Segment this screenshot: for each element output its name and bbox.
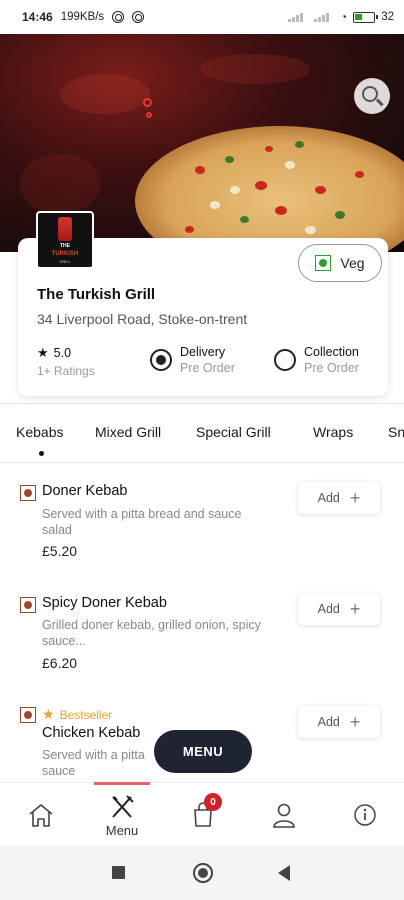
nav-cart[interactable]: 0 <box>188 783 222 847</box>
status-time: 14:46 <box>22 10 53 24</box>
home-icon <box>29 804 53 827</box>
ember-icon <box>143 98 152 107</box>
pizza-image <box>135 126 404 252</box>
battery-level: 32 <box>381 11 394 23</box>
add-button[interactable]: Add + <box>298 706 380 738</box>
category-tabs: Kebabs Mixed Grill Special Grill Wraps S… <box>0 404 404 462</box>
collection-radio[interactable] <box>274 349 296 371</box>
rating-block: ★ 5.0 1+ Ratings <box>37 345 95 378</box>
user-icon <box>273 803 295 828</box>
veg-icon <box>315 255 332 271</box>
star-icon: ★ <box>37 345 49 360</box>
collection-sub: Pre Order <box>304 361 359 375</box>
nav-menu-label: Menu <box>105 822 139 838</box>
delivery-option[interactable]: Delivery Pre Order <box>150 345 235 375</box>
search-icon <box>362 86 378 102</box>
kebab-logo-icon <box>58 216 72 241</box>
nonveg-icon <box>20 707 36 723</box>
nonveg-icon <box>20 485 36 501</box>
vpn-icon <box>132 11 145 23</box>
tab-snacks[interactable]: Sn <box>388 424 404 440</box>
item-name: Spicy Doner Kebab <box>42 595 167 611</box>
tab-mixed-grill[interactable]: Mixed Grill <box>95 424 161 440</box>
nav-active-indicator <box>94 782 150 785</box>
tab-wraps[interactable]: Wraps <box>313 424 353 440</box>
item-price: £6.20 <box>42 655 78 671</box>
home-button[interactable] <box>193 863 213 883</box>
item-description: Served with a pitta bread and sauce salad <box>42 507 242 537</box>
veg-filter-toggle[interactable]: Veg <box>298 244 382 282</box>
plus-icon: + <box>349 712 361 732</box>
collection-option[interactable]: Collection Pre Order <box>274 345 359 375</box>
bottom-navigation: Menu 0 <box>0 782 404 846</box>
wifi-icon: ◔ <box>339 10 348 24</box>
nav-info[interactable] <box>350 783 380 847</box>
info-icon <box>354 804 376 826</box>
item-name: Doner Kebab <box>42 483 128 499</box>
ember-icon <box>146 112 152 118</box>
bestseller-tag: ★ Bestseller <box>42 706 113 722</box>
nonveg-icon <box>20 597 36 613</box>
fork-knife-icon <box>112 794 134 818</box>
battery-icon <box>353 11 379 23</box>
system-navigation-bar <box>0 846 404 900</box>
nav-profile[interactable] <box>269 783 299 847</box>
delivery-sub: Pre Order <box>180 361 235 375</box>
divider <box>0 462 404 463</box>
plus-icon: + <box>349 488 361 508</box>
recents-button[interactable] <box>112 866 125 879</box>
item-description: Grilled doner kebab, grilled onion, spic… <box>42 618 261 648</box>
add-button[interactable]: Add + <box>298 482 380 514</box>
network-speed: 199KB/s <box>60 11 105 23</box>
plus-icon: + <box>349 599 361 619</box>
menu-item: Spicy Doner Kebab Grilled doner kebab, g… <box>20 593 384 674</box>
nav-home[interactable] <box>24 783 58 847</box>
veg-label: Veg <box>340 255 365 271</box>
rating-count: 1+ Ratings <box>37 364 95 378</box>
add-button[interactable]: Add + <box>298 593 380 625</box>
item-price: £5.20 <box>42 543 78 559</box>
nav-menu[interactable]: Menu <box>100 783 144 847</box>
sync-icon <box>112 11 125 23</box>
signal-icon <box>287 12 308 22</box>
tab-special-grill[interactable]: Special Grill <box>196 424 271 440</box>
restaurant-name: The Turkish Grill <box>37 286 156 303</box>
menu-item: Doner Kebab Served with a pitta bread an… <box>20 482 384 562</box>
menu-floating-button[interactable]: MENU <box>154 730 252 773</box>
cart-badge: 0 <box>204 793 222 811</box>
search-button[interactable] <box>354 78 390 114</box>
back-button[interactable] <box>278 865 290 881</box>
collection-label: Collection <box>304 345 359 359</box>
star-icon: ★ <box>42 706 55 722</box>
delivery-radio[interactable] <box>150 349 172 371</box>
item-name: Chicken Kebab <box>42 725 141 741</box>
restaurant-logo: THE TURKISH GRILL <box>36 211 94 269</box>
tab-kebabs[interactable]: Kebabs <box>16 424 63 440</box>
restaurant-address: 34 Liverpool Road, Stoke-on-trent <box>37 311 248 327</box>
signal-icon-2 <box>313 12 334 22</box>
delivery-label: Delivery <box>180 345 226 359</box>
active-tab-indicator <box>39 451 44 456</box>
rating-score: 5.0 <box>53 346 72 360</box>
status-bar: 14:46 199KB/s ◔ 32 <box>0 0 404 34</box>
